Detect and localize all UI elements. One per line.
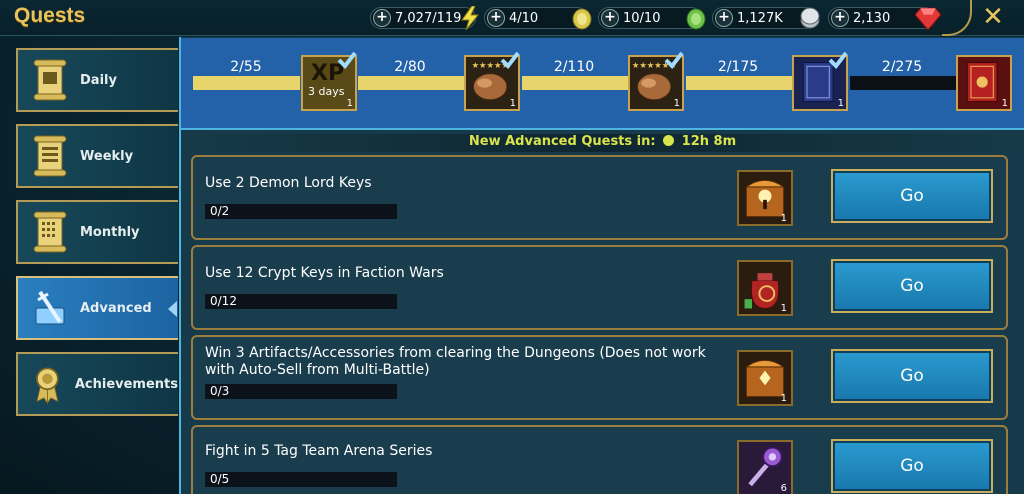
- energy-value: 7,027/119: [395, 10, 462, 26]
- new-quests-timer: New Advanced Quests in: 12h 8m: [181, 134, 1024, 152]
- sidebar-item-label: Weekly: [80, 148, 134, 164]
- header-ornament: [942, 0, 972, 36]
- active-indicator-arrow: [168, 301, 177, 317]
- milestone-label: 2/80: [394, 59, 426, 75]
- top-bar: Quests + 7,027/119 + 4/10 + 10/10 + 1,12…: [0, 0, 1024, 36]
- go-button[interactable]: Go: [831, 439, 993, 493]
- quest-reward[interactable]: 1: [737, 260, 793, 316]
- quest-title: Use 12 Crypt Keys in Faction Wars: [205, 265, 444, 281]
- arena-token-resource[interactable]: + 4/10: [484, 7, 592, 30]
- reward-quantity: 1: [780, 393, 787, 404]
- silver-resource[interactable]: + 1,127K: [712, 7, 820, 29]
- checkmark-icon: [337, 51, 357, 69]
- energy-icon: [461, 6, 480, 30]
- quest-reward[interactable]: 1: [737, 170, 793, 226]
- go-button[interactable]: Go: [831, 349, 993, 403]
- quest-title: Win 3 Artifacts/Accessories from clearin…: [205, 345, 706, 378]
- tag-arena-token-resource[interactable]: + 10/10: [598, 7, 706, 30]
- silver-icon: [800, 7, 820, 29]
- add-tag-arena-token-button[interactable]: +: [601, 9, 619, 27]
- add-silver-button[interactable]: +: [715, 9, 733, 27]
- sidebar-item-achievements[interactable]: Achievements: [16, 352, 178, 416]
- progress-segment: [686, 76, 792, 90]
- tag-arena-token-value: 10/10: [623, 10, 661, 26]
- add-arena-token-button[interactable]: +: [487, 9, 505, 27]
- quest-progress: 0/5: [205, 472, 397, 487]
- quest-row: Win 3 Artifacts/Accessories from clearin…: [191, 335, 1008, 420]
- reward-xp-boost[interactable]: XP 3 days 1: [301, 51, 357, 111]
- medal-icon: [36, 367, 59, 405]
- scroll-icon: [33, 59, 67, 101]
- scroll-icon: [33, 135, 67, 177]
- milestone-label: 2/175: [717, 59, 759, 75]
- quest-progress: 0/3: [205, 384, 397, 399]
- checkmark-icon: [500, 51, 520, 69]
- sidebar-item-monthly[interactable]: Monthly: [16, 200, 178, 264]
- go-button[interactable]: Go: [831, 169, 993, 223]
- sidebar-item-label: Advanced: [80, 300, 152, 316]
- quest-title: Use 2 Demon Lord Keys: [205, 175, 372, 191]
- reward-quantity: 6: [780, 483, 787, 494]
- reward-quantity: 1: [837, 98, 844, 109]
- reward-quantity: 1: [673, 98, 680, 109]
- go-button[interactable]: Go: [831, 259, 993, 313]
- progress-segment: [850, 76, 956, 90]
- add-energy-button[interactable]: +: [373, 9, 391, 27]
- milestone-label: 2/275: [881, 59, 923, 75]
- scroll-icon: [33, 211, 67, 253]
- sidebar-item-weekly[interactable]: Weekly: [16, 124, 178, 188]
- gem-icon: [915, 7, 941, 30]
- milestone-label: 2/110: [553, 59, 595, 75]
- sidebar-item-label: Achievements: [74, 376, 178, 392]
- reward-quantity: 1: [509, 98, 516, 109]
- tag-arena-token-icon: [686, 8, 706, 30]
- reward-quantity: 1: [780, 303, 787, 314]
- add-gem-button[interactable]: +: [831, 9, 849, 27]
- reward-quantity: 1: [346, 98, 353, 109]
- silver-value: 1,127K: [737, 10, 783, 26]
- quest-reward[interactable]: 1: [737, 350, 793, 406]
- sidebar-item-advanced[interactable]: Advanced: [16, 276, 178, 340]
- progress-segment: [193, 76, 300, 90]
- milestone-label: 2/55: [230, 59, 262, 75]
- reward-chicken[interactable]: ★★★★★ 1: [464, 51, 520, 111]
- xp-boost-duration: 3 days: [308, 85, 345, 98]
- reward-tome[interactable]: 1: [792, 51, 848, 111]
- new-quests-time: 12h 8m: [681, 134, 737, 149]
- checkmark-icon: [828, 51, 848, 69]
- quest-progress: 0/12: [205, 294, 397, 309]
- quest-row: Fight in 5 Tag Team Arena Series 0/5 6 G…: [191, 425, 1008, 494]
- clock-icon: [663, 135, 675, 146]
- new-quests-label: New Advanced Quests in:: [468, 134, 656, 149]
- quest-title: Fight in 5 Tag Team Arena Series: [205, 443, 433, 459]
- quest-progress: 0/2: [205, 204, 397, 219]
- reward-quantity: 1: [780, 213, 787, 224]
- sword-icon: [35, 290, 65, 325]
- progress-segment: [358, 76, 464, 90]
- gem-resource[interactable]: + 2,130: [828, 7, 941, 30]
- energy-resource[interactable]: + 7,027/119: [370, 6, 480, 30]
- progress-segment: [522, 76, 628, 90]
- sidebar-item-label: Monthly: [80, 224, 140, 240]
- gem-value: 2,130: [853, 10, 891, 26]
- reward-quantity: 1: [1001, 98, 1008, 109]
- sidebar-item-daily[interactable]: Daily: [16, 48, 178, 112]
- reward-sacred-tome[interactable]: 1: [956, 55, 1012, 111]
- close-button[interactable]: ✕: [980, 3, 1006, 31]
- quest-row: Use 12 Crypt Keys in Faction Wars 0/12 1…: [191, 245, 1008, 330]
- checkmark-icon: [664, 51, 684, 69]
- arena-token-value: 4/10: [509, 10, 539, 26]
- page-title: Quests: [14, 4, 86, 27]
- sidebar-item-label: Daily: [80, 72, 117, 88]
- reward-chicken[interactable]: ★★★★★★ 1: [628, 51, 684, 111]
- arena-token-icon: [572, 8, 592, 30]
- quest-reward[interactable]: 6: [737, 440, 793, 494]
- quest-row: Use 2 Demon Lord Keys 0/2 1 Go: [191, 155, 1008, 240]
